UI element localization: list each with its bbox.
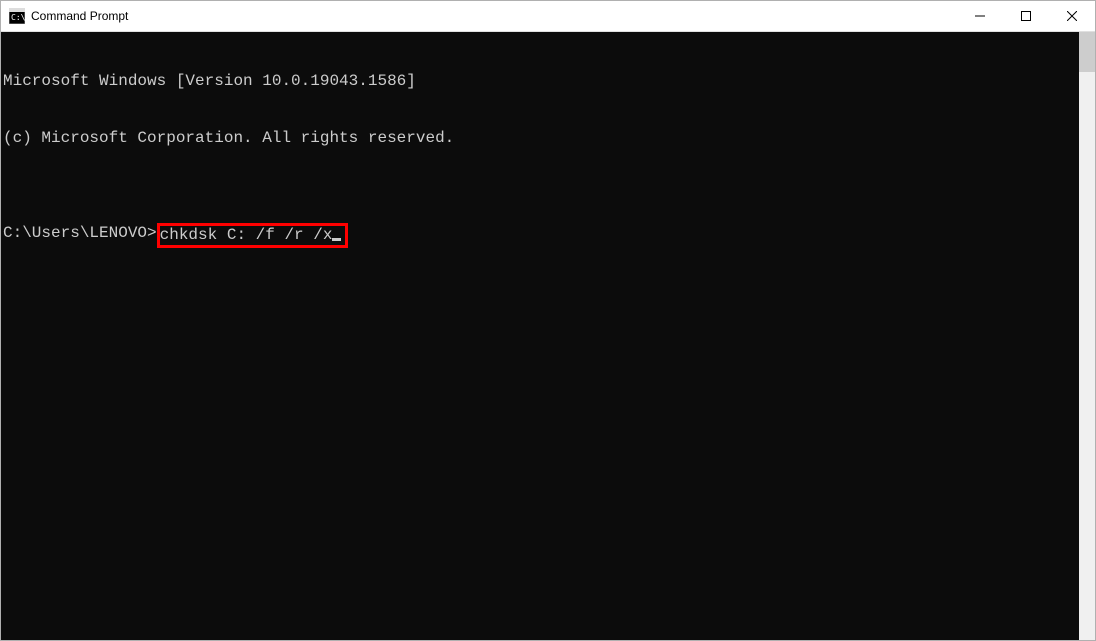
terminal-line: Microsoft Windows [Version 10.0.19043.15… xyxy=(3,72,1079,91)
content-area: Microsoft Windows [Version 10.0.19043.15… xyxy=(1,32,1095,640)
window-controls xyxy=(957,1,1095,31)
minimize-button[interactable] xyxy=(957,1,1003,31)
close-button[interactable] xyxy=(1049,1,1095,31)
scrollbar-thumb[interactable] xyxy=(1079,32,1095,72)
scrollbar-track[interactable] xyxy=(1079,32,1095,640)
titlebar[interactable]: C:\ Command Prompt xyxy=(1,1,1095,32)
app-icon: C:\ xyxy=(9,8,25,24)
text-cursor xyxy=(332,238,341,241)
maximize-button[interactable] xyxy=(1003,1,1049,31)
vertical-scrollbar[interactable] xyxy=(1079,32,1095,640)
terminal-line: (c) Microsoft Corporation. All rights re… xyxy=(3,129,1079,148)
terminal[interactable]: Microsoft Windows [Version 10.0.19043.15… xyxy=(1,32,1079,640)
command-highlight-box: chkdsk C: /f /r /x xyxy=(157,223,349,248)
command-prompt-window: C:\ Command Prompt Microsoft Windows [Ve… xyxy=(0,0,1096,641)
prompt-text: C:\Users\LENOVO> xyxy=(3,224,157,243)
svg-text:C:\: C:\ xyxy=(11,13,25,22)
window-title: Command Prompt xyxy=(31,9,128,23)
command-text: chkdsk C: /f /r /x xyxy=(160,226,333,244)
prompt-line: C:\Users\LENOVO>chkdsk C: /f /r /x xyxy=(3,224,1079,247)
